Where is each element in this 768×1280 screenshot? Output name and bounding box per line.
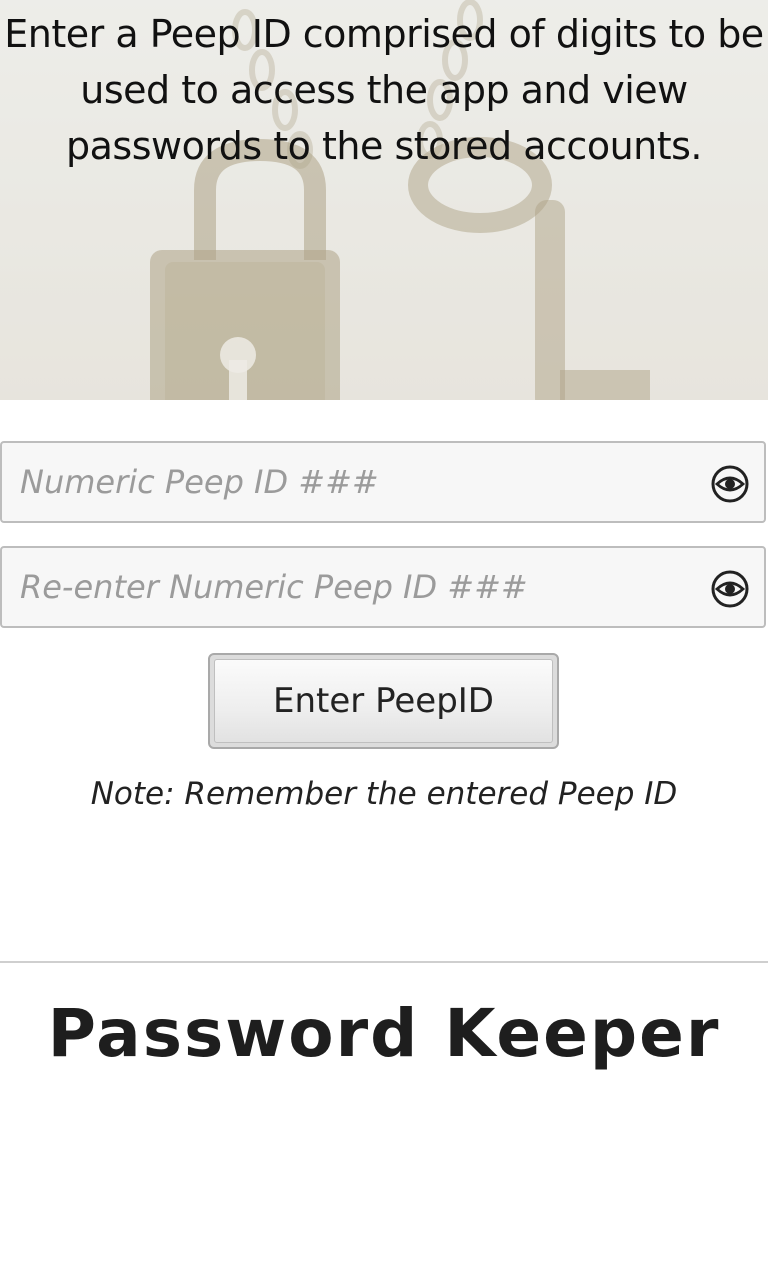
instruction-line-3: passwords to the stored accounts. (65, 124, 703, 168)
eye-icon[interactable] (710, 464, 750, 504)
eye-icon[interactable] (710, 569, 750, 609)
instruction-line-1: Enter a Peep ID comprised of digits to b… (4, 12, 764, 56)
instruction-line-2: used to access the app and view (80, 68, 688, 112)
hero-banner: Enter a Peep ID comprised of digits to b… (0, 0, 768, 400)
app-brand-title: Password Keeper (47, 995, 721, 1072)
instruction-text: Enter a Peep ID comprised of digits to b… (0, 6, 768, 174)
enter-peepid-label: Enter PeepID (214, 659, 553, 743)
peep-id-confirm-input[interactable] (20, 548, 680, 626)
peep-id-confirm-field (0, 546, 766, 628)
peep-id-input[interactable] (20, 443, 680, 521)
peep-id-setup-screen: Enter a Peep ID comprised of digits to b… (0, 0, 768, 1280)
remember-note: Note: Remember the entered Peep ID (90, 776, 678, 812)
enter-peepid-button[interactable]: Enter PeepID (208, 653, 559, 749)
divider (0, 961, 768, 963)
peep-id-field (0, 441, 766, 523)
